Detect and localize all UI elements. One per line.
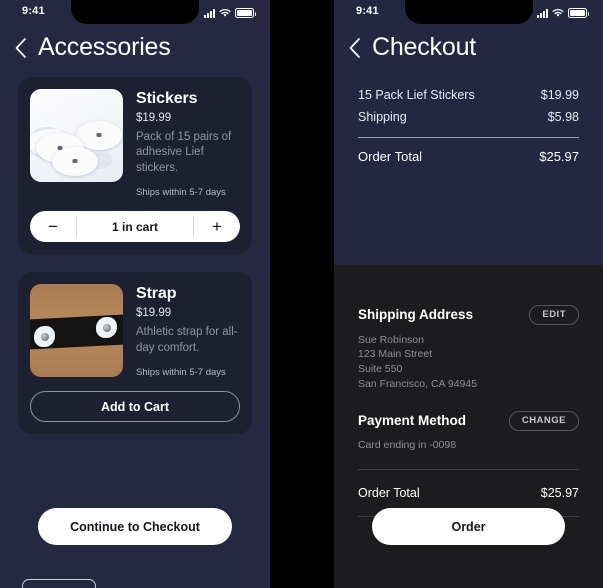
product-list: Stickers $19.99 Pack of 15 pairs of adhe… (0, 62, 270, 435)
shipping-address-header: Shipping Address EDIT (358, 305, 579, 325)
product-info: Stickers $19.99 Pack of 15 pairs of adhe… (136, 89, 240, 199)
stepper-divider-left (76, 216, 77, 238)
product-card-strap[interactable]: Strap $19.99 Athletic strap for all-day … (18, 272, 252, 435)
status-bar-left: 9:41 (0, 0, 270, 26)
decrement-button[interactable]: − (30, 211, 76, 242)
summary-divider (358, 136, 579, 138)
address-line: Suite 550 (358, 363, 403, 376)
final-total-amount: $25.97 (540, 485, 579, 500)
signal-icon (204, 8, 215, 18)
product-description: Athletic strap for all-day comfort. (136, 326, 238, 354)
page-title: Accessories (38, 33, 171, 61)
checkout-details-panel: Shipping Address EDIT Sue Robinson 123 M… (334, 265, 603, 588)
product-name: Stickers (136, 89, 198, 107)
address-line: Sue Robinson (358, 333, 424, 346)
status-time: 9:41 (22, 5, 45, 17)
quantity-stepper[interactable]: − 1 in cart + (30, 211, 240, 243)
status-icons (537, 6, 589, 18)
accessories-screen: 9:41 Accessories Stickers $19.99 Pack of… (0, 0, 270, 588)
product-shipping-note: Ships within 5-7 days (136, 187, 226, 199)
signal-icon (537, 8, 548, 18)
shipping-address-title: Shipping Address (358, 307, 474, 323)
payment-method-title: Payment Method (358, 413, 467, 429)
chevron-left-icon[interactable] (13, 37, 29, 59)
order-summary: 15 Pack Lief Stickers $19.99 Shipping $5… (334, 62, 603, 168)
order-button[interactable]: Order (372, 508, 565, 545)
product-description: Pack of 15 pairs of adhesive Lief sticke… (136, 130, 232, 174)
home-indicator (22, 579, 96, 588)
dual-phone-mockup: 9:41 Accessories Stickers $19.99 Pack of… (0, 0, 603, 588)
summary-total-row: Order Total $25.97 (358, 145, 579, 168)
product-shipping-note: Ships within 5-7 days (136, 367, 226, 379)
product-price: $19.99 (136, 111, 172, 124)
battery-icon (235, 8, 256, 18)
edit-address-button[interactable]: EDIT (529, 305, 579, 325)
battery-icon (568, 8, 589, 18)
order-total-label: Order Total (358, 148, 423, 164)
order-total-amount: $25.97 (539, 148, 579, 164)
nav-bar-left: Accessories (0, 26, 270, 62)
shipping-address-lines: Sue Robinson 123 Main Street Suite 550 S… (358, 333, 579, 393)
product-top: Stickers $19.99 Pack of 15 pairs of adhe… (30, 88, 240, 199)
final-total-label: Order Total (358, 485, 420, 500)
status-bar-right: 9:41 (334, 0, 603, 26)
summary-item-label: 15 Pack Lief Stickers (358, 87, 475, 102)
strap-pad-left (34, 326, 55, 348)
payment-card-detail: Card ending in -0098 (358, 438, 457, 451)
product-info: Strap $19.99 Athletic strap for all-day … (136, 284, 240, 378)
notch (404, 0, 533, 24)
status-icons (204, 6, 256, 18)
product-top: Strap $19.99 Athletic strap for all-day … (30, 284, 240, 378)
wifi-icon (552, 9, 564, 17)
status-time: 9:41 (356, 5, 379, 17)
product-card-stickers[interactable]: Stickers $19.99 Pack of 15 pairs of adhe… (18, 76, 252, 255)
change-payment-button[interactable]: CHANGE (508, 411, 579, 431)
address-line: 123 Main Street (358, 348, 433, 361)
chevron-left-icon[interactable] (347, 37, 363, 59)
product-price: $19.99 (136, 307, 172, 320)
strap-pad-right (96, 317, 117, 339)
notch (71, 0, 199, 24)
checkout-screen: 9:41 Checkout 15 Pack Lief Stickers $19.… (334, 0, 603, 588)
product-image-strap (30, 284, 123, 378)
summary-row: 15 Pack Lief Stickers $19.99 (358, 84, 579, 106)
cart-quantity-label: 1 in cart (111, 219, 159, 234)
product-name: Strap (136, 285, 177, 303)
stepper-divider-right (193, 216, 194, 238)
nav-bar-right: Checkout (334, 26, 603, 62)
continue-to-checkout-button[interactable]: Continue to Checkout (38, 508, 232, 545)
product-image-stickers (30, 88, 123, 182)
wifi-icon (219, 9, 231, 17)
increment-button[interactable]: + (194, 211, 240, 242)
summary-item-amount: $5.98 (547, 109, 579, 124)
address-line: San Francisco, CA 94945 (358, 378, 478, 391)
payment-method-section: Payment Method CHANGE Card ending in -00… (358, 411, 579, 451)
summary-item-label: Shipping (358, 109, 407, 124)
summary-item-amount: $19.99 (540, 87, 579, 102)
payment-method-header: Payment Method CHANGE (358, 411, 579, 431)
page-title: Checkout (372, 33, 477, 61)
summary-row: Shipping $5.98 (358, 106, 579, 128)
add-to-cart-button[interactable]: Add to Cart (30, 391, 240, 423)
